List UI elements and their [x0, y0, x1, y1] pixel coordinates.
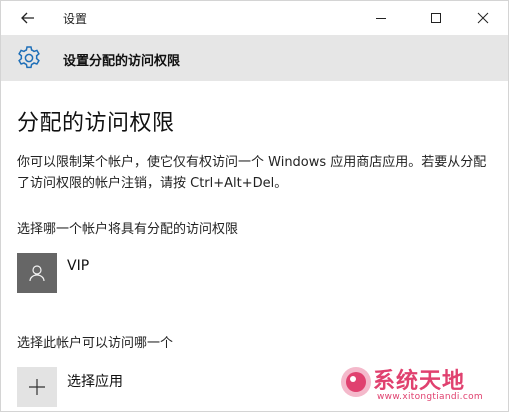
maximize-button[interactable] [416, 5, 456, 31]
watermark-text: 系统天地 [373, 369, 466, 394]
minimize-button[interactable] [361, 5, 401, 31]
watermark-emblem-icon [341, 367, 371, 397]
close-button[interactable] [463, 5, 503, 31]
maximize-icon [431, 13, 441, 23]
close-icon [477, 12, 489, 24]
account-name: VIP [67, 258, 90, 274]
header-title: 设置分配的访问权限 [63, 54, 181, 69]
plus-icon [29, 379, 45, 395]
account-selector[interactable]: VIP [17, 253, 217, 295]
back-arrow-icon [21, 12, 34, 24]
avatar [17, 253, 57, 293]
back-button[interactable] [13, 7, 43, 29]
minimize-icon [376, 18, 386, 19]
settings-window: 设置 设置分配的访问权限 分配的访问权限 你可以限制某个帐户，使它仅有权访问一个… [0, 0, 509, 412]
gear-icon [18, 46, 40, 69]
description-text: 你可以限制某个帐户，使它仅有权访问一个 Windows 应用商店应用。若要从分配… [17, 155, 487, 191]
page-title: 分配的访问权限 [17, 111, 175, 136]
choose-app-label: 选择应用 [67, 374, 123, 390]
plus-tile [17, 367, 57, 407]
title-bar: 设置 [1, 1, 508, 35]
account-section-label: 选择哪一个帐户将具有分配的访问权限 [17, 222, 239, 237]
watermark-url: www.xitongtiandi.com [377, 392, 483, 402]
app-section-label: 选择此帐户可以访问哪一个 [17, 336, 174, 351]
user-avatar-icon [29, 265, 45, 282]
choose-app-button[interactable]: 选择应用 [17, 367, 217, 407]
page-header: 设置分配的访问权限 [1, 35, 508, 81]
watermark-logo: 系统天地 www.xitongtiandi.com [337, 361, 507, 411]
app-title: 设置 [63, 12, 88, 26]
